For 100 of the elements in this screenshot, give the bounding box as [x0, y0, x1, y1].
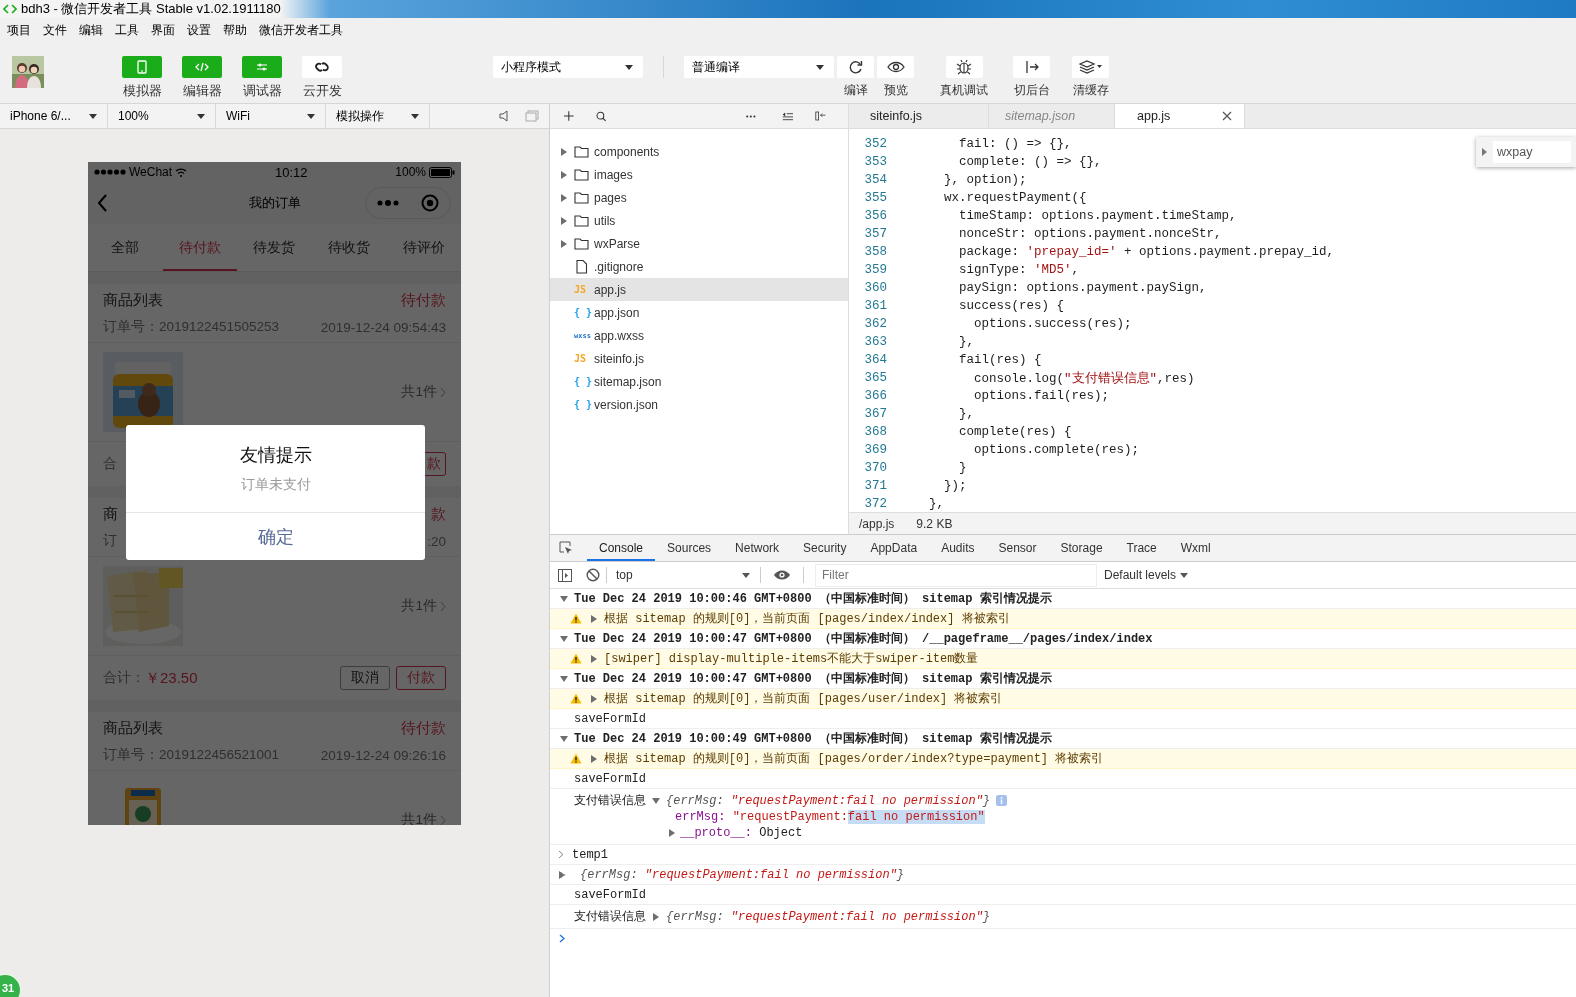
- find-input[interactable]: wxpay: [1493, 141, 1571, 163]
- devtools-tab[interactable]: Security: [791, 535, 859, 561]
- devtools-tab[interactable]: Sensor: [986, 535, 1049, 561]
- expand-arrow-icon[interactable]: [590, 614, 598, 623]
- object-preview[interactable]: {errMsg: "requestPayment:fail no permission"}: [666, 793, 991, 808]
- menu-item[interactable]: 工具: [115, 21, 139, 39]
- file-tree-item[interactable]: JS app.js: [550, 278, 848, 301]
- expand-arrow-icon[interactable]: [560, 193, 568, 202]
- expand-arrow-icon[interactable]: [560, 594, 568, 603]
- file-tree-item[interactable]: { } app.json: [550, 301, 848, 324]
- expand-arrow-icon[interactable]: [1482, 148, 1487, 156]
- devtools-tab[interactable]: Wxml: [1168, 535, 1223, 561]
- toolbar-button[interactable]: 编译: [837, 56, 874, 103]
- clear-icon[interactable]: [586, 568, 600, 582]
- devtools-tab[interactable]: Sources: [655, 535, 724, 561]
- operation-select[interactable]: 模拟操作: [326, 104, 430, 128]
- context-select[interactable]: top: [613, 568, 754, 582]
- chevron-right-icon: [440, 386, 446, 398]
- file-tree-item[interactable]: { } version.json: [550, 393, 848, 416]
- outdent-icon[interactable]: [781, 110, 793, 122]
- expand-arrow-icon[interactable]: [560, 734, 568, 743]
- capsule-menu[interactable]: [365, 187, 451, 219]
- line-number: 360: [863, 281, 887, 295]
- devtools-tab[interactable]: Trace: [1114, 535, 1169, 561]
- expand-arrow-icon[interactable]: [652, 796, 660, 805]
- devtools-tab[interactable]: AppData: [858, 535, 930, 561]
- close-target-icon[interactable]: [421, 194, 439, 212]
- caret-icon: [89, 113, 97, 119]
- zoom-select[interactable]: 100%: [108, 104, 216, 128]
- devtools-tab[interactable]: Console: [587, 535, 656, 561]
- object-preview[interactable]: {errMsg: "requestPayment:fail no permission"}: [580, 867, 905, 882]
- view-toggle-button[interactable]: 模拟器: [122, 56, 162, 103]
- levels-select[interactable]: Default levels: [1104, 568, 1189, 582]
- menu-item[interactable]: 帮助: [223, 21, 247, 39]
- code-line: },: [928, 497, 944, 511]
- file-tree-item[interactable]: pages: [550, 186, 848, 209]
- menu-item[interactable]: 文件: [43, 21, 67, 39]
- editor-tab[interactable]: app.js: [1115, 104, 1245, 128]
- menu-item[interactable]: 编辑: [79, 21, 103, 39]
- more-icon[interactable]: [746, 114, 756, 118]
- add-icon[interactable]: [564, 110, 574, 122]
- sidebar-toggle-icon[interactable]: [558, 568, 572, 582]
- editor-tab[interactable]: siteinfo.js: [852, 104, 989, 128]
- device-select[interactable]: iPhone 6/...: [0, 104, 108, 128]
- search-icon[interactable]: [595, 109, 606, 123]
- file-tree-item[interactable]: images: [550, 163, 848, 186]
- expand-arrow-icon[interactable]: [590, 654, 598, 663]
- view-toggle-button[interactable]: 调试器: [242, 56, 282, 103]
- mode-select[interactable]: 小程序模式: [493, 56, 643, 78]
- devtools-tab[interactable]: Audits: [929, 535, 987, 561]
- close-icon[interactable]: [1222, 111, 1232, 121]
- view-toggle-button[interactable]: 云开发: [302, 56, 342, 103]
- expand-arrow-icon[interactable]: [560, 216, 568, 225]
- menu-item[interactable]: 微信开发者工具: [259, 21, 343, 39]
- expand-arrow-icon[interactable]: [652, 912, 660, 921]
- expand-arrow-icon[interactable]: [560, 239, 568, 248]
- order-status: 款: [431, 505, 446, 524]
- code-line: complete(res) {: [958, 425, 1072, 439]
- code-line: }: [958, 461, 967, 475]
- confirm-button[interactable]: 确定: [126, 512, 425, 560]
- view-toggle-button[interactable]: 编辑器: [182, 56, 222, 103]
- menu-item[interactable]: 设置: [187, 21, 211, 39]
- expand-arrow-icon[interactable]: [668, 829, 676, 837]
- carrier-name: WeChat: [129, 165, 173, 179]
- filter-field[interactable]: Filter: [816, 564, 1096, 586]
- expand-arrow-icon[interactable]: [560, 170, 568, 179]
- expand-arrow-icon[interactable]: [560, 634, 568, 643]
- object-preview[interactable]: {errMsg: "requestPayment:fail no permission"}: [666, 909, 991, 924]
- compile-select[interactable]: 普通编译: [684, 56, 834, 78]
- back-icon[interactable]: [98, 194, 108, 212]
- line-number: 357: [863, 227, 887, 241]
- caret-icon: [742, 572, 750, 578]
- dialog-message: 订单未支付: [239, 476, 312, 494]
- code-line: paySign: options.payment.paySign,: [958, 281, 1207, 295]
- toolbar-button[interactable]: 清缓存: [1072, 56, 1109, 103]
- toolbar-button[interactable]: 预览: [877, 56, 914, 103]
- devtools-tab[interactable]: Network: [723, 535, 792, 561]
- file-tree-item[interactable]: .gitignore: [550, 255, 848, 278]
- file-tree-item[interactable]: wxParse: [550, 232, 848, 255]
- exit-arrow-icon: [1023, 59, 1040, 75]
- expand-arrow-icon[interactable]: [590, 694, 598, 703]
- inspect-icon[interactable]: [559, 541, 573, 555]
- expand-arrow-icon[interactable]: [558, 870, 566, 879]
- expand-arrow-icon[interactable]: [560, 147, 568, 156]
- collapse-panel-icon[interactable]: [814, 110, 826, 122]
- expand-arrow-icon[interactable]: [590, 754, 598, 763]
- menu-item[interactable]: 项目: [7, 21, 31, 39]
- eye-icon[interactable]: [773, 569, 791, 581]
- devtools-tab[interactable]: Storage: [1048, 535, 1115, 561]
- file-type-label: JS: [574, 353, 587, 364]
- file-tree-item[interactable]: JS siteinfo.js: [550, 347, 848, 370]
- file-tree-item[interactable]: utils: [550, 209, 848, 232]
- network-select[interactable]: WiFi: [216, 104, 326, 128]
- toolbar-button[interactable]: 切后台: [1013, 56, 1050, 103]
- file-tree-item[interactable]: components: [550, 140, 848, 163]
- menu-item[interactable]: 界面: [151, 21, 175, 39]
- expand-arrow-icon[interactable]: [560, 674, 568, 683]
- toolbar-button[interactable]: 真机调试: [940, 56, 988, 103]
- file-tree-item[interactable]: { } sitemap.json: [550, 370, 848, 393]
- speaker-icon[interactable]: [499, 110, 509, 122]
